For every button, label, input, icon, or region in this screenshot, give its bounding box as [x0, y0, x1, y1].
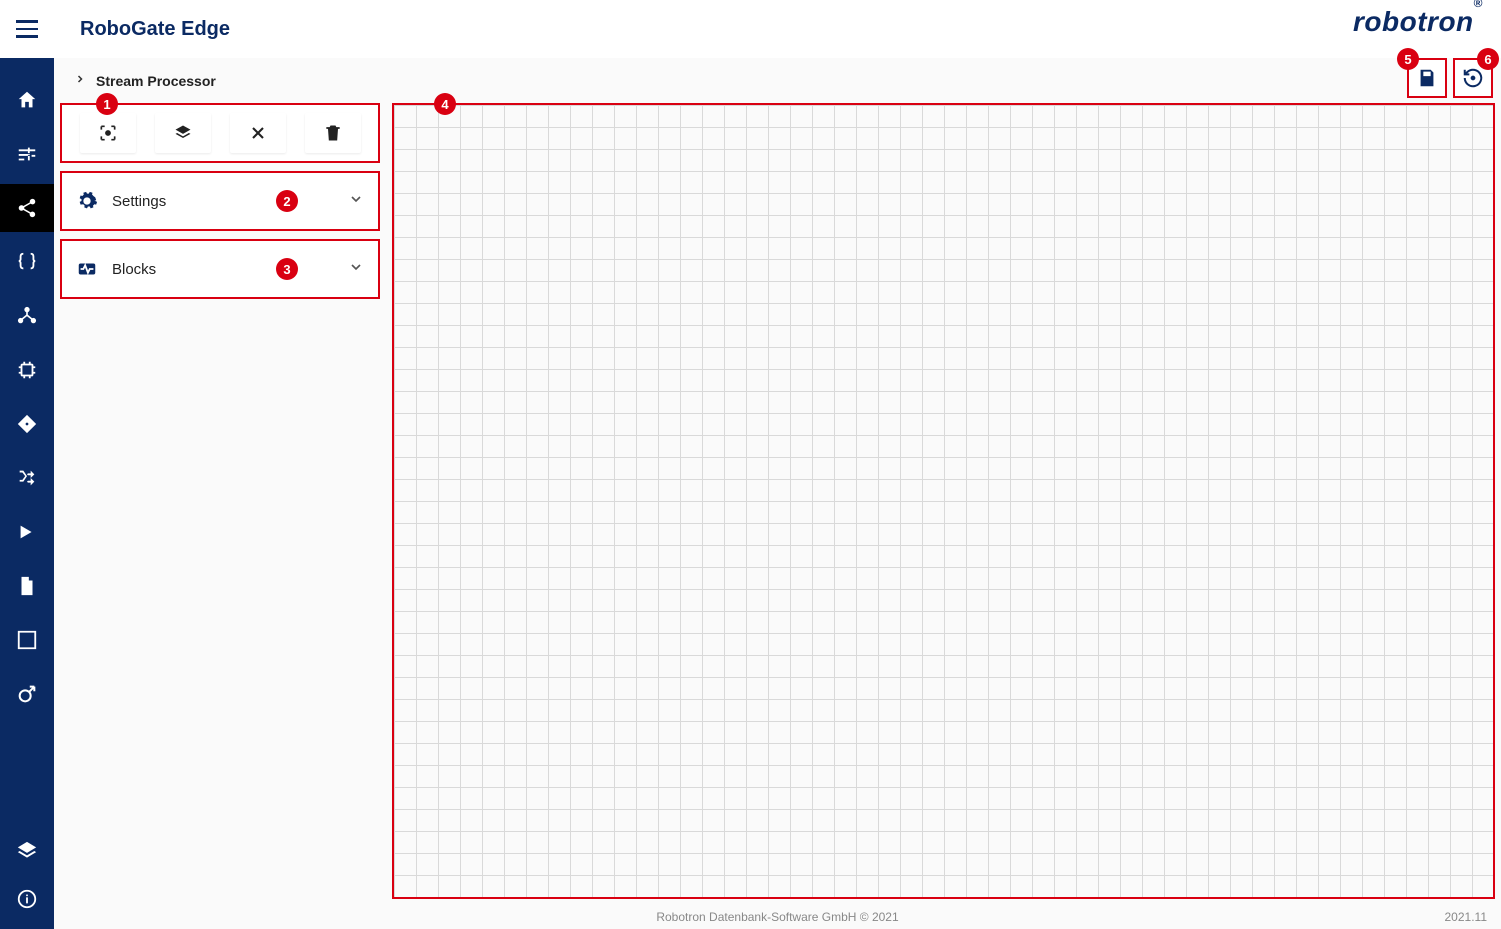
annotation-badge-4: 4 [434, 93, 456, 115]
close-icon [248, 123, 268, 143]
tune-icon [16, 143, 38, 165]
footer-copyright: Robotron Datenbank-Software GmbH © 2021 [656, 910, 898, 924]
save-icon [1416, 67, 1438, 89]
footer: Robotron Datenbank-Software GmbH © 2021 … [54, 905, 1501, 929]
nav-file[interactable] [0, 562, 54, 610]
settings-panel: Settings 2 [60, 171, 380, 231]
chevron-down-icon [348, 259, 364, 280]
waveform-icon [76, 258, 98, 280]
blocks-panel: Blocks 3 [60, 239, 380, 299]
male-icon [16, 683, 38, 705]
annotation-badge-3: 3 [276, 258, 298, 280]
chip-icon [16, 359, 38, 381]
nav-network[interactable] [0, 292, 54, 340]
greater-icon [16, 521, 38, 543]
tag-icon [16, 413, 38, 435]
menu-toggle-button[interactable] [16, 17, 40, 41]
delete-button[interactable] [305, 113, 361, 153]
editor-canvas[interactable]: 4 [392, 103, 1495, 899]
nav-terminal[interactable] [0, 508, 54, 556]
blocks-row[interactable]: Blocks 3 [62, 241, 378, 297]
chevron-down-icon [348, 191, 364, 212]
annotation-badge-5: 5 [1397, 48, 1419, 70]
layers-button[interactable] [155, 113, 211, 153]
layers-icon [173, 123, 193, 143]
home-icon [16, 89, 38, 111]
network-icon [16, 305, 38, 327]
trash-icon [323, 123, 343, 143]
footer-version: 2021.11 [1445, 910, 1488, 924]
nav-share[interactable] [0, 184, 54, 232]
blocks-label: Blocks [112, 261, 262, 278]
breadcrumb-label[interactable]: Stream Processor [96, 73, 216, 89]
stripes-icon [16, 629, 38, 651]
layers-icon [16, 840, 38, 862]
sidebar-nav [0, 58, 54, 929]
shuffle-icon [16, 467, 38, 489]
annotation-badge-2: 2 [276, 190, 298, 212]
save-button[interactable]: 5 [1407, 58, 1447, 98]
gear-icon [76, 190, 98, 212]
settings-label: Settings [112, 193, 262, 210]
topbar: RoboGate Edge robotron® [0, 0, 1501, 58]
center-view-button[interactable] [80, 113, 136, 153]
nav-layers[interactable] [0, 827, 54, 875]
nav-gender[interactable] [0, 670, 54, 718]
share-icon [16, 197, 38, 219]
content-area: Stream Processor 5 6 1 [54, 58, 1501, 929]
nav-braces[interactable] [0, 238, 54, 286]
file-icon [16, 575, 38, 597]
nav-chip[interactable] [0, 346, 54, 394]
nav-home[interactable] [0, 76, 54, 124]
nav-info[interactable] [0, 875, 54, 923]
breadcrumb-row: Stream Processor 5 6 [54, 58, 1501, 103]
restore-icon [1462, 67, 1484, 89]
nav-tune[interactable] [0, 130, 54, 178]
clear-button[interactable] [230, 113, 286, 153]
center-focus-icon [98, 123, 118, 143]
braces-icon [16, 251, 38, 273]
app-title: RoboGate Edge [80, 18, 230, 41]
editor-row: 1 [54, 103, 1501, 905]
annotation-badge-6: 6 [1477, 48, 1499, 70]
settings-row[interactable]: Settings 2 [62, 173, 378, 229]
nav-tag[interactable] [0, 400, 54, 448]
annotation-badge-1: 1 [96, 93, 118, 115]
restore-button[interactable]: 6 [1453, 58, 1493, 98]
main-layout: Stream Processor 5 6 1 [0, 58, 1501, 929]
info-icon [16, 888, 38, 910]
brand-logo: robotron® [1353, 6, 1483, 38]
breadcrumb-chevron-icon [74, 72, 86, 90]
nav-stripes[interactable] [0, 616, 54, 664]
canvas-toolbar-panel: 1 [60, 103, 380, 163]
panel-column: 1 [60, 103, 380, 905]
brand-text: robotron [1353, 6, 1474, 37]
nav-shuffle[interactable] [0, 454, 54, 502]
